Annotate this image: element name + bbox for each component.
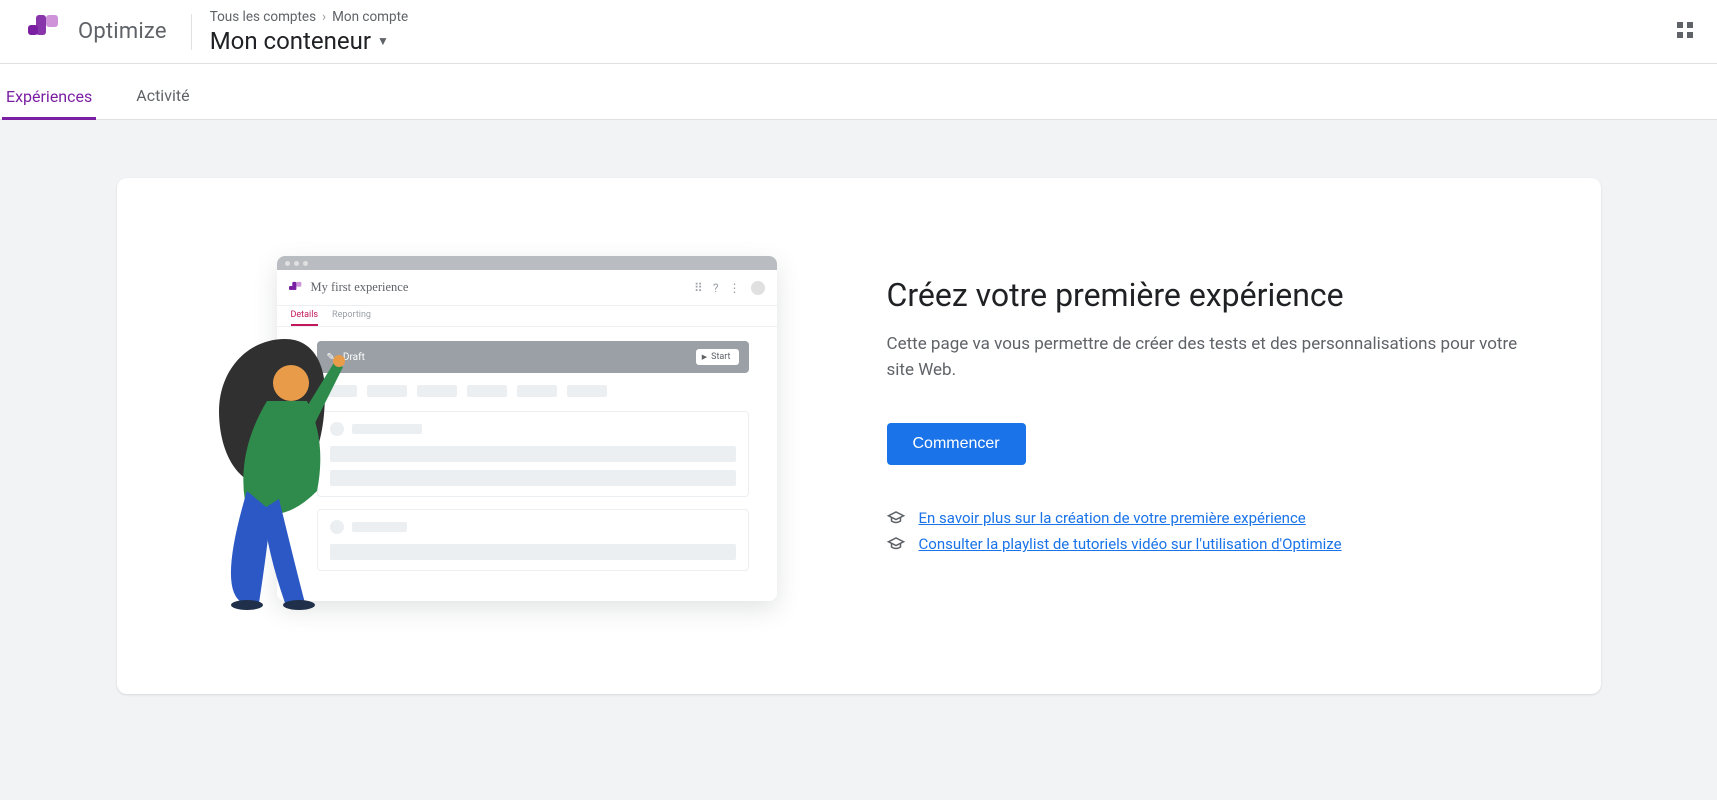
window-chrome xyxy=(277,256,777,270)
page-body: My first experience ⠿ ? ⋮ Details Report… xyxy=(0,120,1717,800)
app-header: Optimize Tous les comptes › Mon compte M… xyxy=(0,0,1717,64)
container-name: Mon conteneur xyxy=(210,27,371,55)
page-subtitle: Cette page va vous permettre de créer de… xyxy=(887,332,1527,383)
avatar xyxy=(751,281,765,295)
header-right xyxy=(1677,22,1697,42)
help-link-row: Consulter la playlist de tutoriels vidéo… xyxy=(887,535,1531,553)
illus-window-title: My first experience xyxy=(311,280,409,295)
illustration-window: My first experience ⠿ ? ⋮ Details Report… xyxy=(277,256,777,601)
breadcrumb: Tous les comptes › Mon compte xyxy=(210,9,408,25)
tab-activity[interactable]: Activité xyxy=(132,86,193,119)
apps-icon[interactable] xyxy=(1677,22,1697,42)
graduation-cap-icon xyxy=(887,535,905,553)
illus-tab-reporting: Reporting xyxy=(332,306,371,326)
page-title: Créez votre première expérience xyxy=(887,276,1531,314)
optimize-logo-icon xyxy=(28,15,62,49)
grid-icon: ⠿ xyxy=(694,281,703,295)
more-icon: ⋮ xyxy=(729,281,741,295)
breadcrumb-account[interactable]: Mon compte xyxy=(332,9,408,25)
start-button[interactable]: Commencer xyxy=(887,423,1026,465)
illus-tab-details: Details xyxy=(291,306,319,326)
onboarding-card: My first experience ⠿ ? ⋮ Details Report… xyxy=(117,178,1601,694)
product-name: Optimize xyxy=(78,19,167,44)
tab-bar: Expériences Activité xyxy=(0,64,1717,120)
container-selector[interactable]: Mon conteneur ▼ xyxy=(210,27,408,55)
illustration: My first experience ⠿ ? ⋮ Details Report… xyxy=(207,256,887,616)
vertical-divider xyxy=(191,14,192,50)
breadcrumb-all-accounts[interactable]: Tous les comptes xyxy=(210,9,316,25)
chevron-down-icon: ▼ xyxy=(377,34,389,48)
help-link-row: En savoir plus sur la création de votre … xyxy=(887,509,1531,527)
onboarding-text: Créez votre première expérience Cette pa… xyxy=(887,256,1531,616)
breadcrumb-container: Tous les comptes › Mon compte Mon conten… xyxy=(210,9,408,55)
chevron-right-icon: › xyxy=(322,9,326,25)
help-icon: ? xyxy=(713,281,719,295)
learn-more-link[interactable]: En savoir plus sur la création de votre … xyxy=(919,509,1306,527)
brand: Optimize xyxy=(28,15,167,49)
tutorials-link[interactable]: Consulter la playlist de tutoriels vidéo… xyxy=(919,535,1342,553)
person-illustration-icon xyxy=(207,331,352,611)
illus-start-button: Start xyxy=(696,349,739,365)
tab-experiences[interactable]: Expériences xyxy=(2,87,96,120)
optimize-logo-icon xyxy=(289,281,303,295)
graduation-cap-icon xyxy=(887,509,905,527)
